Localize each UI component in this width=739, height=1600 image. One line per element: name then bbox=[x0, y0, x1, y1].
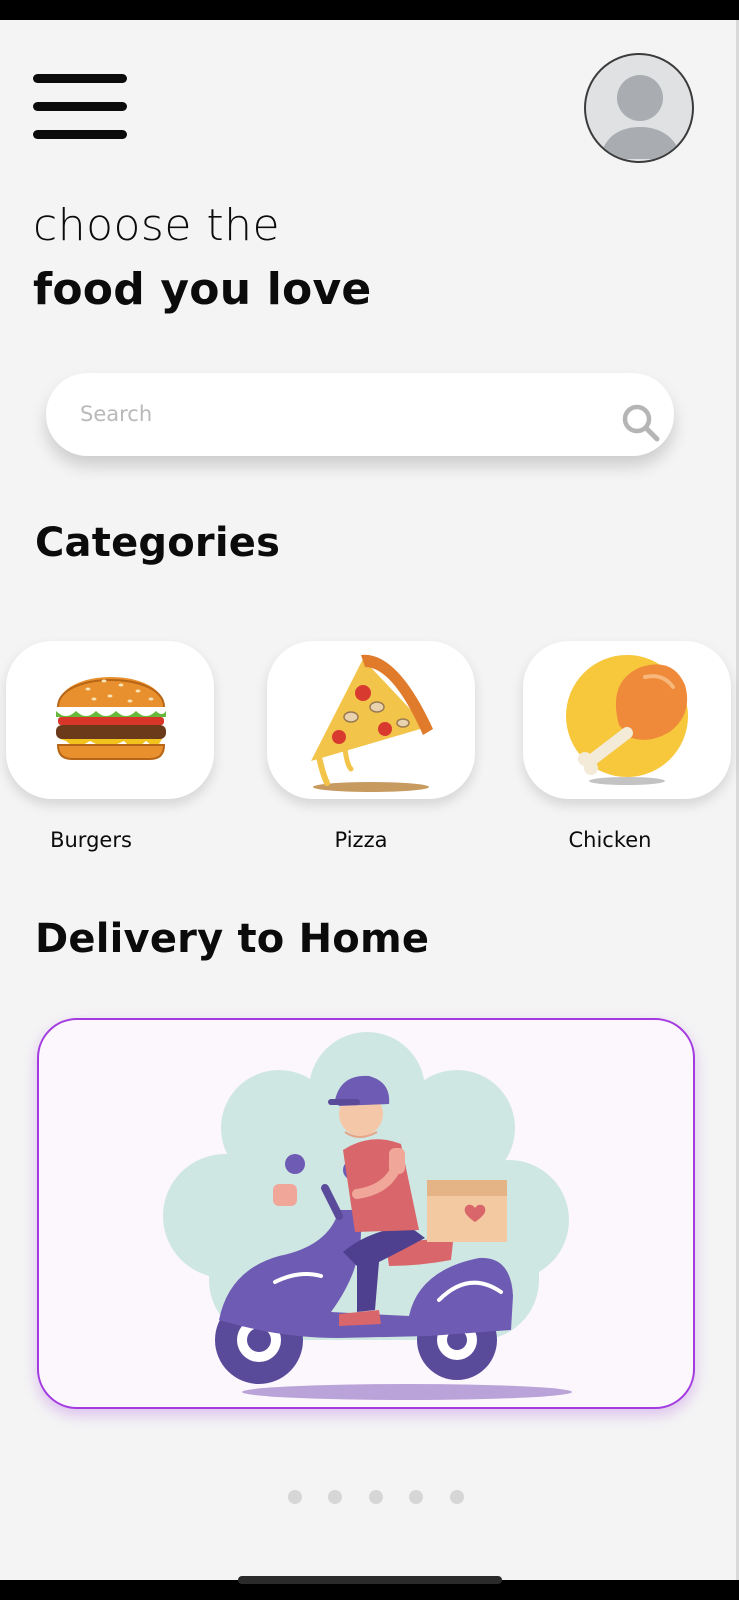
hamburger-menu-icon[interactable] bbox=[33, 74, 127, 140]
burger-icon bbox=[56, 677, 166, 760]
carousel-dot-4[interactable] bbox=[409, 1490, 423, 1504]
categories-title: Categories bbox=[35, 520, 281, 566]
chicken-leg-icon bbox=[566, 655, 688, 785]
headline-line-1: choose the bbox=[33, 200, 281, 251]
pizza-slice-icon bbox=[311, 654, 433, 792]
category-card-chicken[interactable] bbox=[523, 641, 731, 799]
category-card-pizza[interactable] bbox=[267, 641, 475, 799]
carousel-dot-3[interactable] bbox=[369, 1490, 383, 1504]
headline-line-2: food you love bbox=[33, 264, 372, 315]
carousel-pagination bbox=[288, 1490, 468, 1506]
carousel-dot-5[interactable] bbox=[450, 1490, 464, 1504]
delivery-title: Delivery to Home bbox=[35, 916, 430, 962]
user-avatar-icon[interactable] bbox=[584, 53, 694, 163]
carousel-dot-1[interactable] bbox=[288, 1490, 302, 1504]
home-indicator[interactable] bbox=[238, 1576, 502, 1584]
category-label-pizza: Pizza bbox=[334, 828, 388, 852]
category-label-burgers: Burgers bbox=[50, 828, 132, 852]
delivery-banner[interactable] bbox=[37, 1018, 695, 1409]
category-card-burgers[interactable] bbox=[6, 641, 214, 799]
status-bar bbox=[0, 0, 739, 20]
search-bar[interactable] bbox=[46, 373, 674, 456]
search-input[interactable] bbox=[80, 391, 600, 437]
category-label-chicken: Chicken bbox=[568, 828, 652, 852]
search-icon[interactable] bbox=[620, 402, 662, 444]
delivery-scooter-illustration bbox=[163, 1032, 572, 1400]
carousel-dot-2[interactable] bbox=[328, 1490, 342, 1504]
